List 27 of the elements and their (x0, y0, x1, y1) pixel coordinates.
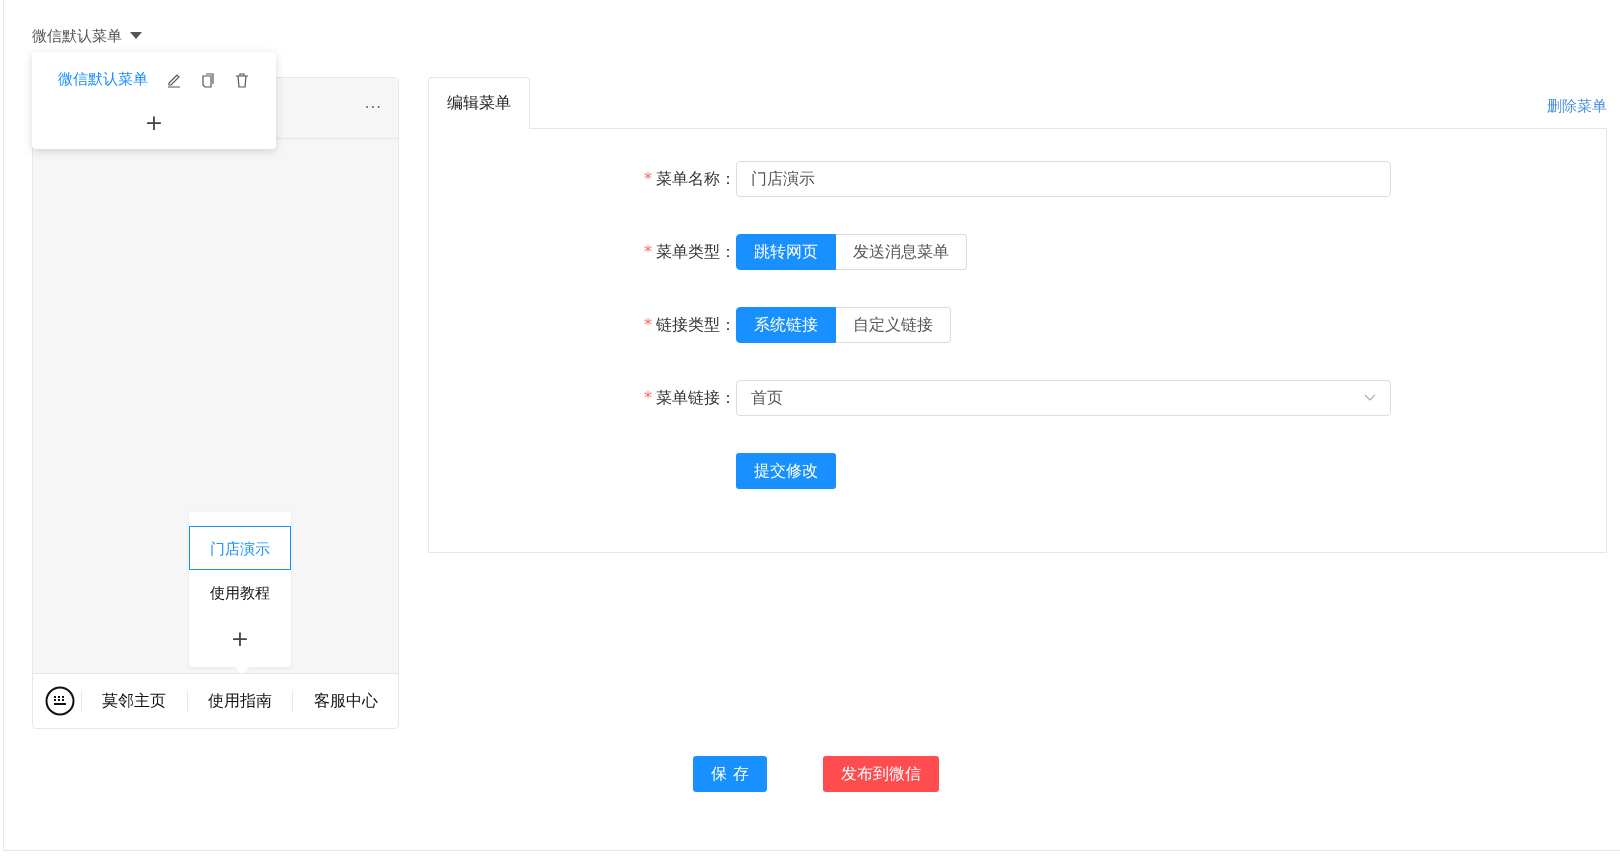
segment-option[interactable]: 自定义链接 (836, 307, 951, 343)
trash-icon[interactable] (234, 71, 250, 88)
delete-menu-link[interactable]: 删除菜单 (1547, 97, 1607, 116)
field-label: 菜单类型： (656, 241, 736, 261)
field-label: 菜单名称： (656, 168, 736, 188)
bottom-menu-item[interactable]: 客服中心 (313, 690, 378, 712)
bottom-menu-item[interactable]: 莫邻主页 (102, 690, 167, 712)
field-label: 链接类型： (656, 314, 736, 334)
required-mark: * (644, 387, 652, 407)
chevron-down-icon (1364, 394, 1376, 402)
keyboard-icon[interactable] (45, 686, 75, 716)
required-mark: * (644, 168, 652, 188)
menu-selector[interactable]: 微信默认菜单 (32, 26, 122, 46)
editor-tab[interactable]: 编辑菜单 (428, 77, 530, 129)
caret-icon[interactable] (130, 32, 142, 40)
field-label: 菜单链接： (656, 387, 736, 407)
segment-option[interactable]: 发送消息菜单 (836, 234, 967, 270)
bottom-menu-item[interactable]: 使用指南 (208, 690, 272, 712)
more-icon[interactable]: ··· (364, 99, 382, 117)
required-mark: * (644, 241, 652, 261)
menu-name-input[interactable]: 门店演示 (736, 161, 1391, 197)
submenu-item[interactable]: 使用教程 (189, 570, 291, 614)
link-select[interactable]: 首页 (736, 380, 1391, 416)
required-mark: * (644, 314, 652, 334)
copy-icon[interactable] (200, 71, 216, 88)
add-submenu-button[interactable]: + (189, 614, 291, 657)
add-menu-button[interactable]: + (144, 111, 164, 135)
